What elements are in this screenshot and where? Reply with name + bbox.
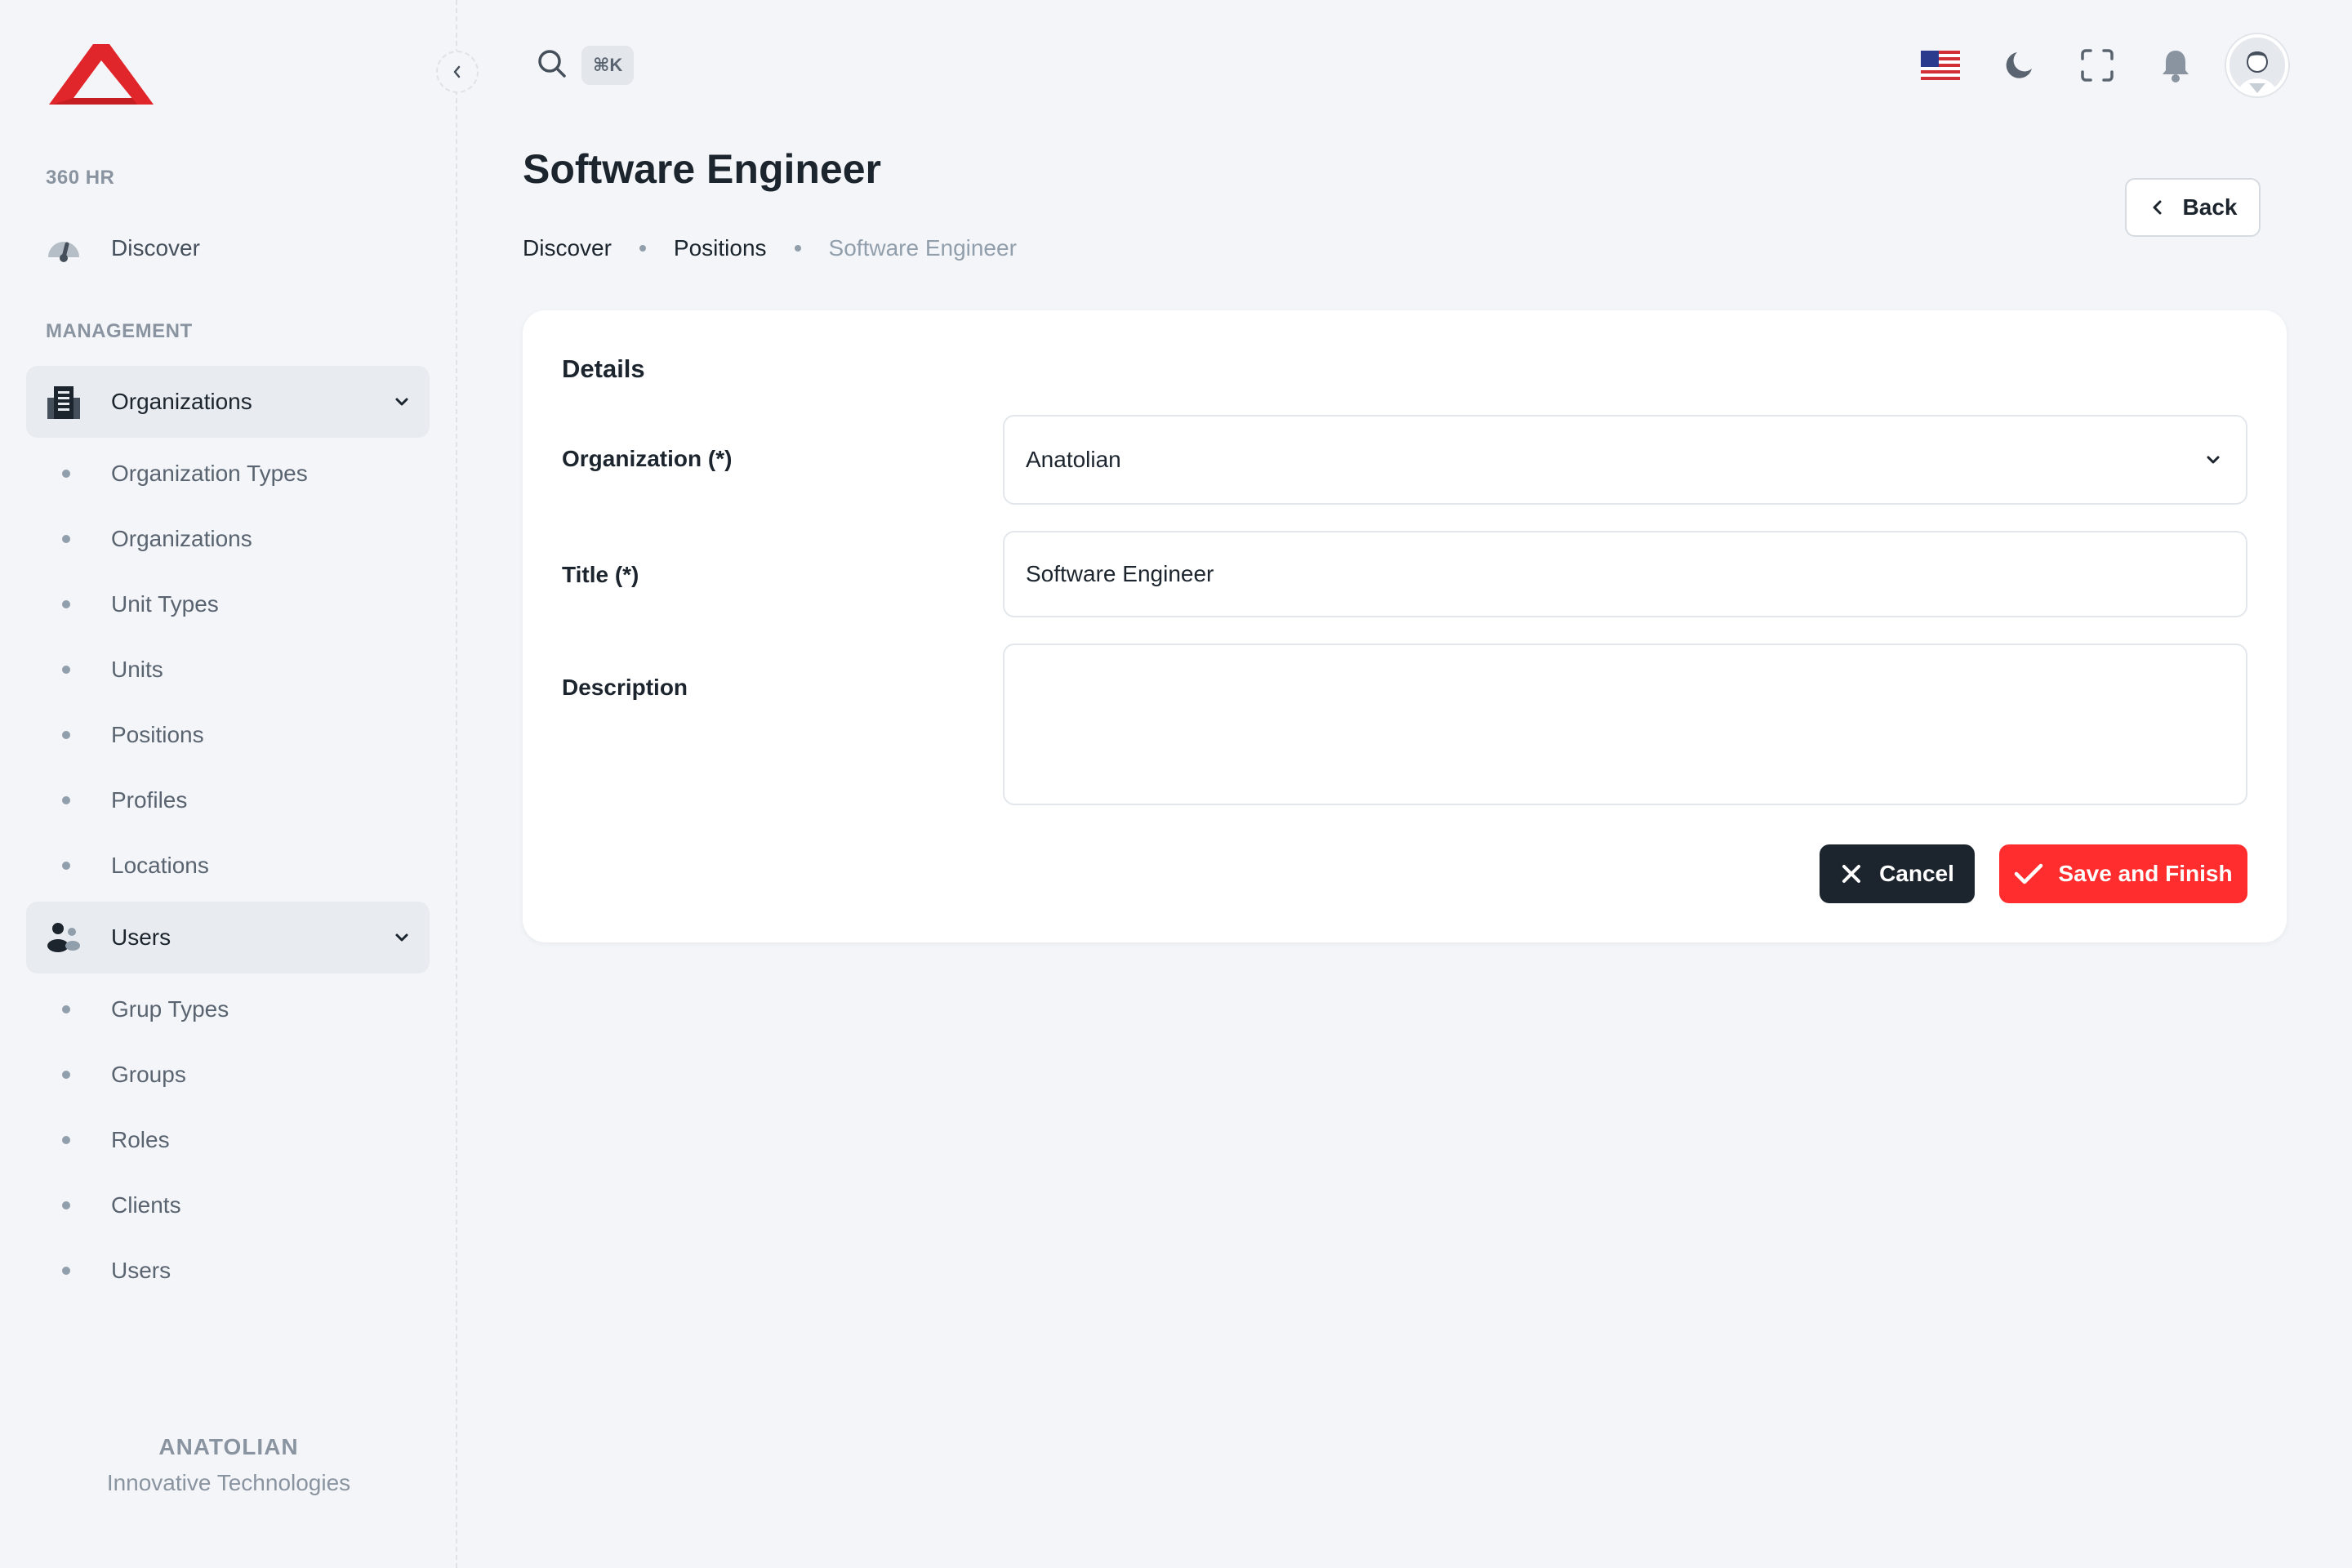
sidebar-subitem-grup-types[interactable]: Grup Types xyxy=(26,981,430,1038)
sidebar-subitem-label: Clients xyxy=(111,1192,181,1218)
description-textarea[interactable] xyxy=(1003,644,2247,805)
sidebar-subitem-label: Locations xyxy=(111,853,209,878)
section-label-360hr: 360 HR xyxy=(46,167,115,189)
user-avatar-icon xyxy=(2230,38,2285,93)
sidebar-subitem-label: Grup Types xyxy=(111,996,229,1022)
sidebar-item-organizations[interactable]: Organizations xyxy=(26,366,430,438)
sidebar-footer-brand: ANATOLIAN Innovative Technologies xyxy=(0,1434,457,1496)
bullet-dot xyxy=(62,600,70,608)
chevron-down-icon xyxy=(390,390,413,413)
page-title: Software Engineer xyxy=(523,146,881,192)
sidebar-subitem-clients[interactable]: Clients xyxy=(26,1177,430,1234)
title-label: Title (*) xyxy=(562,562,639,587)
bullet-dot xyxy=(62,862,70,870)
sidebar-subitem-users[interactable]: Users xyxy=(26,1242,430,1299)
card-title: Details xyxy=(562,354,645,383)
bullet-dot xyxy=(62,1136,70,1144)
sidebar-subitem-profiles[interactable]: Profiles xyxy=(26,772,430,829)
sidebar-subitem-positions[interactable]: Positions xyxy=(26,706,430,764)
sidebar-subitem-label: Profiles xyxy=(111,787,188,813)
bullet-dot xyxy=(62,731,70,739)
sidebar-item-label: Organizations xyxy=(111,389,252,414)
sidebar-collapse-button[interactable] xyxy=(436,51,479,93)
section-label-management: MANAGEMENT xyxy=(46,320,193,342)
sidebar-subitem-label: Groups xyxy=(111,1062,186,1087)
gauge-icon xyxy=(46,230,82,266)
sidebar-item-users[interactable]: Users xyxy=(26,902,430,973)
sidebar-subitem-label: Roles xyxy=(111,1127,170,1152)
organization-select[interactable]: Anatolian xyxy=(1003,415,2247,505)
sidebar-subitem-organization-types[interactable]: Organization Types xyxy=(26,445,430,502)
description-label: Description xyxy=(562,675,688,700)
sidebar-subitem-label: Organization Types xyxy=(111,461,308,486)
breadcrumb-current: Software Engineer xyxy=(828,235,1017,261)
sidebar: 360 HR Discover MANAGEMENT Organizations… xyxy=(0,0,457,1568)
back-button[interactable]: Back xyxy=(2125,178,2261,237)
details-card: Details Organization (*) Anatolian Title… xyxy=(523,310,2287,942)
sidebar-item-discover[interactable]: Discover xyxy=(26,212,430,284)
chevron-down-icon xyxy=(390,926,413,949)
moon-icon[interactable] xyxy=(1999,46,2038,85)
sidebar-subitem-label: Positions xyxy=(111,722,204,747)
fullscreen-icon[interactable] xyxy=(2078,46,2117,85)
bullet-dot xyxy=(62,1005,70,1013)
back-button-label: Back xyxy=(2182,194,2238,220)
bullet-dot xyxy=(62,666,70,674)
sidebar-subitem-label: Unit Types xyxy=(111,591,219,617)
app-root: 360 HR Discover MANAGEMENT Organizations… xyxy=(0,0,2352,1568)
close-icon xyxy=(1842,865,1861,883)
chevron-down-icon xyxy=(2202,448,2225,471)
building-icon xyxy=(46,384,82,420)
save-and-finish-button[interactable]: Save and Finish xyxy=(1999,844,2247,903)
save-button-label: Save and Finish xyxy=(2058,861,2233,886)
bell-icon[interactable] xyxy=(2156,46,2195,85)
cancel-button[interactable]: Cancel xyxy=(1820,844,1975,903)
sidebar-item-label: Users xyxy=(111,924,172,950)
users-icon xyxy=(46,920,82,956)
sidebar-subitem-unit-types[interactable]: Unit Types xyxy=(26,576,430,633)
title-input-value: Software Engineer xyxy=(1026,561,1214,586)
bullet-dot xyxy=(62,1267,70,1275)
sidebar-subitem-groups[interactable]: Groups xyxy=(26,1046,430,1103)
sidebar-item-label: Discover xyxy=(111,235,200,261)
us-flag-icon[interactable] xyxy=(1921,46,1960,85)
breadcrumb-separator xyxy=(639,245,646,252)
cancel-button-label: Cancel xyxy=(1879,861,1954,886)
breadcrumb-separator xyxy=(794,245,801,252)
organization-label: Organization (*) xyxy=(562,446,733,471)
breadcrumb-discover[interactable]: Discover xyxy=(523,235,612,261)
avatar[interactable] xyxy=(2226,34,2288,96)
breadcrumb: Discover Positions Software Engineer xyxy=(523,235,1017,261)
bullet-dot xyxy=(62,535,70,543)
footer-company-name: ANATOLIAN xyxy=(158,1434,299,1459)
bullet-dot xyxy=(62,1201,70,1209)
sidebar-subitem-label: Users xyxy=(111,1258,172,1283)
breadcrumb-positions[interactable]: Positions xyxy=(674,235,767,261)
search-shortcut-badge[interactable]: ⌘K xyxy=(581,46,635,85)
sidebar-subitem-locations[interactable]: Locations xyxy=(26,837,430,894)
bullet-dot xyxy=(62,796,70,804)
chevron-left-icon xyxy=(453,65,461,78)
organization-select-value: Anatolian xyxy=(1026,447,1121,472)
search-icon[interactable] xyxy=(536,47,568,80)
sidebar-subitem-organizations[interactable]: Organizations xyxy=(26,510,430,568)
title-input[interactable]: Software Engineer xyxy=(1003,531,2247,617)
company-logo[interactable] xyxy=(49,44,154,105)
sidebar-subitem-label: Organizations xyxy=(111,526,252,551)
bullet-dot xyxy=(62,1071,70,1079)
sidebar-subitem-units[interactable]: Units xyxy=(26,641,430,698)
footer-tagline: Innovative Technologies xyxy=(106,1470,351,1495)
bullet-dot xyxy=(62,470,70,478)
sidebar-subitem-roles[interactable]: Roles xyxy=(26,1111,430,1169)
check-icon xyxy=(2015,863,2043,884)
sidebar-subitem-label: Units xyxy=(111,657,163,682)
chevron-left-icon xyxy=(2153,200,2162,215)
